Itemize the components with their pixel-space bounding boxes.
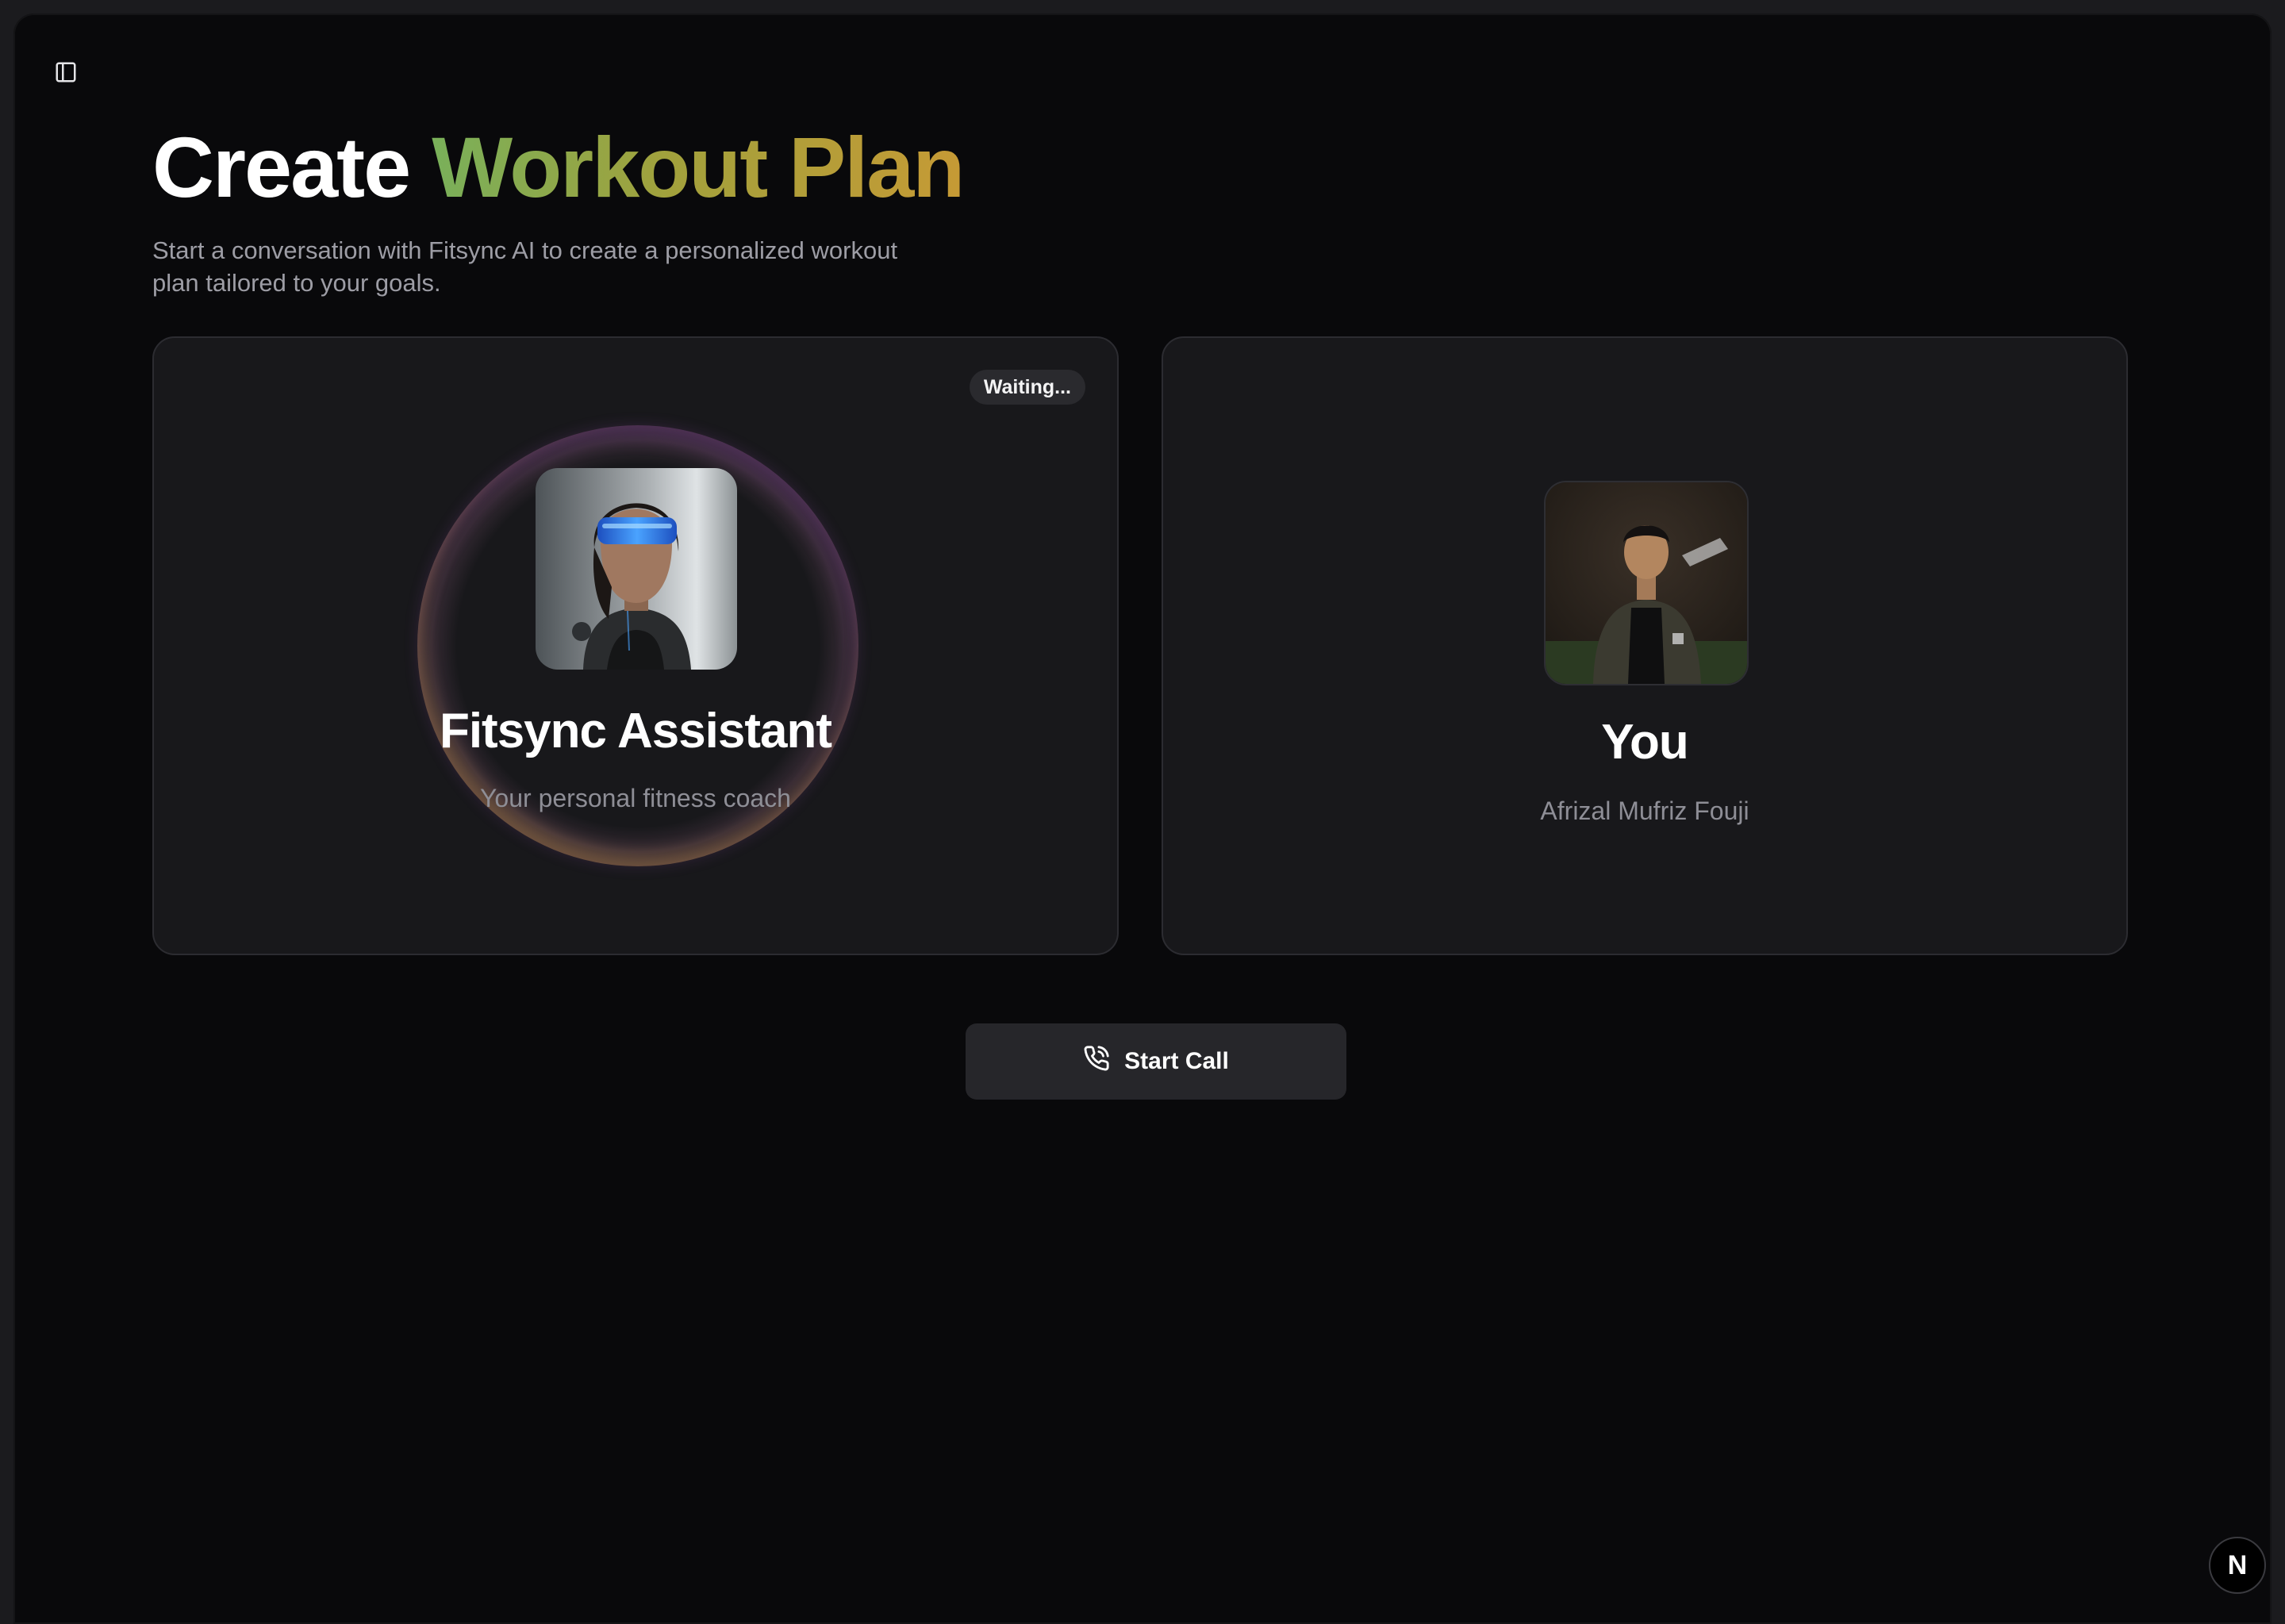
start-call-label: Start Call bbox=[1124, 1048, 1229, 1074]
user-avatar bbox=[1544, 481, 1749, 685]
ai-assistant-avatar bbox=[536, 468, 737, 670]
user-full-name: Afrizal Mufriz Fouji bbox=[1540, 797, 1749, 825]
assistant-description: Your personal fitness coach bbox=[480, 784, 791, 812]
dev-tools-badge[interactable]: N bbox=[2209, 1537, 2266, 1594]
page-subtitle: Start a conversation with Fitsync AI to … bbox=[152, 236, 898, 297]
assistant-card: Waiting... Fitsync Assistant Your person… bbox=[152, 336, 1119, 955]
status-badge: Waiting... bbox=[969, 370, 1085, 405]
user-card: You Afrizal Mufriz Fouji bbox=[1162, 336, 2128, 955]
page-title-accent: Workout Plan bbox=[432, 119, 965, 215]
page-title-plain: Create bbox=[152, 119, 411, 215]
sidebar-panel-icon bbox=[54, 60, 78, 88]
start-call-button[interactable]: Start Call bbox=[966, 1023, 1346, 1100]
user-name: You bbox=[1601, 715, 1689, 770]
app-window: Create Workout Plan Start a conversation… bbox=[13, 13, 2272, 1624]
page-title: Create Workout Plan bbox=[152, 118, 965, 217]
sidebar-toggle-button[interactable] bbox=[42, 50, 90, 98]
phone-call-icon bbox=[1083, 1045, 1110, 1078]
assistant-name: Fitsync Assistant bbox=[439, 704, 832, 758]
